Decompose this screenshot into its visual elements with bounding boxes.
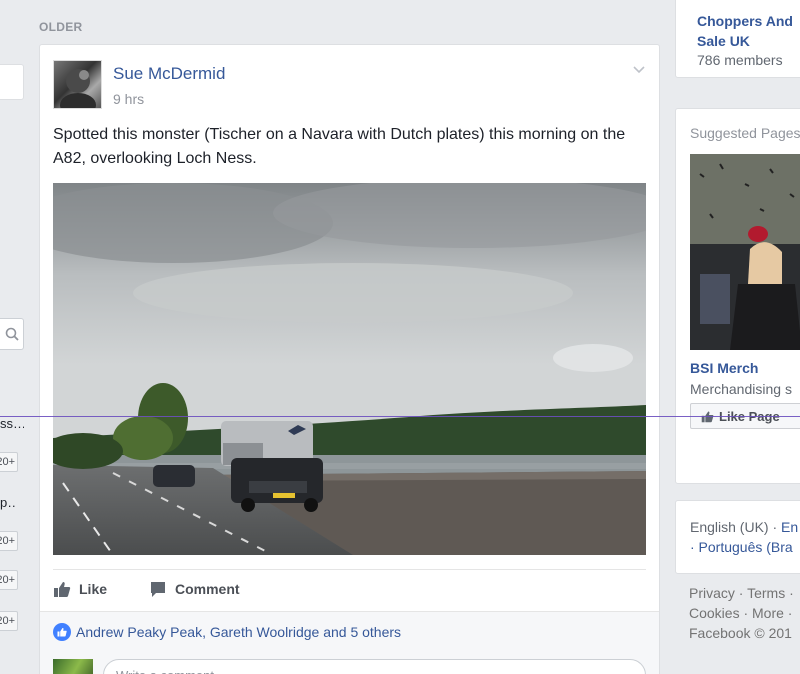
- viewer-avatar: [53, 659, 93, 674]
- suggested-pages-title: Suggested Pages: [690, 125, 800, 141]
- suggested-pages-card: Suggested Pages BSI Merch Merchandising …: [675, 108, 800, 484]
- post-timestamp[interactable]: 9 hrs: [113, 91, 144, 107]
- footer-line[interactable]: Privacy · Terms ·: [689, 583, 800, 603]
- left-search-button[interactable]: [0, 318, 24, 350]
- footer-links: Privacy · Terms · Cookies · More · Faceb…: [689, 583, 800, 643]
- comment-input[interactable]: Write a comment...: [103, 659, 646, 674]
- suggested-page-category: Merchandising s: [690, 381, 792, 397]
- suggested-page-image[interactable]: [690, 154, 800, 350]
- like-label: Like: [79, 581, 108, 597]
- post-author[interactable]: Sue McDermid: [113, 64, 225, 84]
- left-menu-item[interactable]: ss…: [0, 416, 24, 431]
- reactions-text[interactable]: Andrew Peaky Peak, Gareth Woolridge and …: [76, 624, 401, 640]
- footer-line: Facebook © 201: [689, 625, 792, 641]
- post-text: Spotted this monster (Tischer on a Navar…: [53, 126, 626, 167]
- comment-composer: Write a comment...: [40, 651, 659, 674]
- language-option[interactable]: En: [781, 519, 798, 535]
- horizontal-guide-line: [0, 416, 800, 417]
- thumbs-up-icon: [54, 582, 71, 597]
- group-members: 786 members: [697, 52, 783, 68]
- like-button[interactable]: Like: [53, 580, 107, 598]
- comment-label: Comment: [175, 581, 240, 597]
- language-current-label: English (UK): [690, 519, 769, 535]
- footer-line[interactable]: Cookies · More ·: [689, 603, 800, 623]
- reactions-summary[interactable]: Andrew Peaky Peak, Gareth Woolridge and …: [40, 611, 659, 651]
- post-photo[interactable]: [53, 183, 646, 555]
- author-avatar[interactable]: [53, 60, 102, 109]
- left-panel-box: [0, 64, 24, 100]
- group-name[interactable]: Choppers And Sale UK: [697, 11, 800, 51]
- chevron-down-icon[interactable]: [632, 63, 646, 77]
- group-card: Choppers And Sale UK 786 members: [675, 0, 800, 78]
- feed-post: Sue McDermid 9 hrs Spotted this monster …: [39, 44, 660, 674]
- language-card: English (UK) · En · Português (Bra: [675, 500, 800, 574]
- left-menu-item[interactable]: p…: [0, 495, 16, 510]
- suggested-page-name[interactable]: BSI Merch: [690, 360, 758, 376]
- comment-button[interactable]: Comment: [149, 580, 240, 598]
- post-actions: Like Comment: [53, 569, 646, 611]
- count-badge: 20+: [0, 452, 18, 472]
- section-label: OLDER: [39, 20, 83, 34]
- count-badge: 20+: [0, 570, 18, 590]
- language-current: English (UK) · En: [690, 519, 799, 535]
- count-badge: 20+: [0, 531, 18, 551]
- like-reaction-icon: [53, 622, 71, 641]
- count-badge: 20+: [0, 611, 18, 631]
- comment-icon: [151, 582, 165, 597]
- search-icon: [5, 327, 19, 341]
- language-option[interactable]: · Português (Bra: [690, 539, 793, 555]
